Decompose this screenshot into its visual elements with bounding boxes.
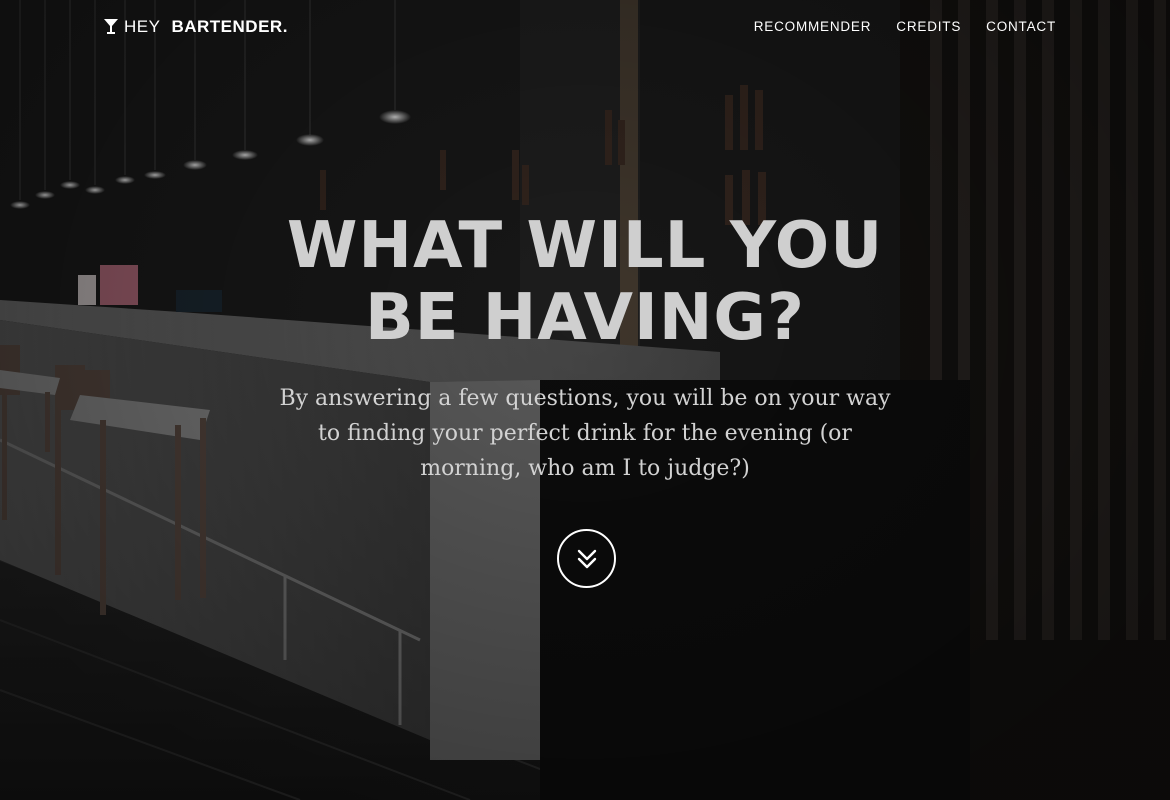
cocktail-glass-icon [104,19,118,34]
main-nav: RECOMMENDER CREDITS CONTACT [754,19,1056,34]
hero-title-line-2: BE HAVING? [364,281,806,355]
hero-title: WHAT WILL YOU BE HAVING? [0,210,1170,354]
brand-name-light: HEY [124,17,161,36]
nav-link-credits[interactable]: CREDITS [896,19,961,34]
hero-subtitle: By answering a few questions, you will b… [279,386,891,481]
hero-section: HEY BARTENDER. RECOMMENDER CREDITS CONTA… [0,0,1170,800]
double-chevron-down-icon [577,549,596,568]
scroll-down-button[interactable] [557,529,616,588]
brand-logo[interactable]: HEY BARTENDER. [104,17,288,37]
hero-title-line-1: WHAT WILL YOU [286,209,884,283]
nav-link-contact[interactable]: CONTACT [986,19,1056,34]
nav-link-recommender[interactable]: RECOMMENDER [754,19,872,34]
brand-name-bold: BARTENDER. [171,17,288,36]
